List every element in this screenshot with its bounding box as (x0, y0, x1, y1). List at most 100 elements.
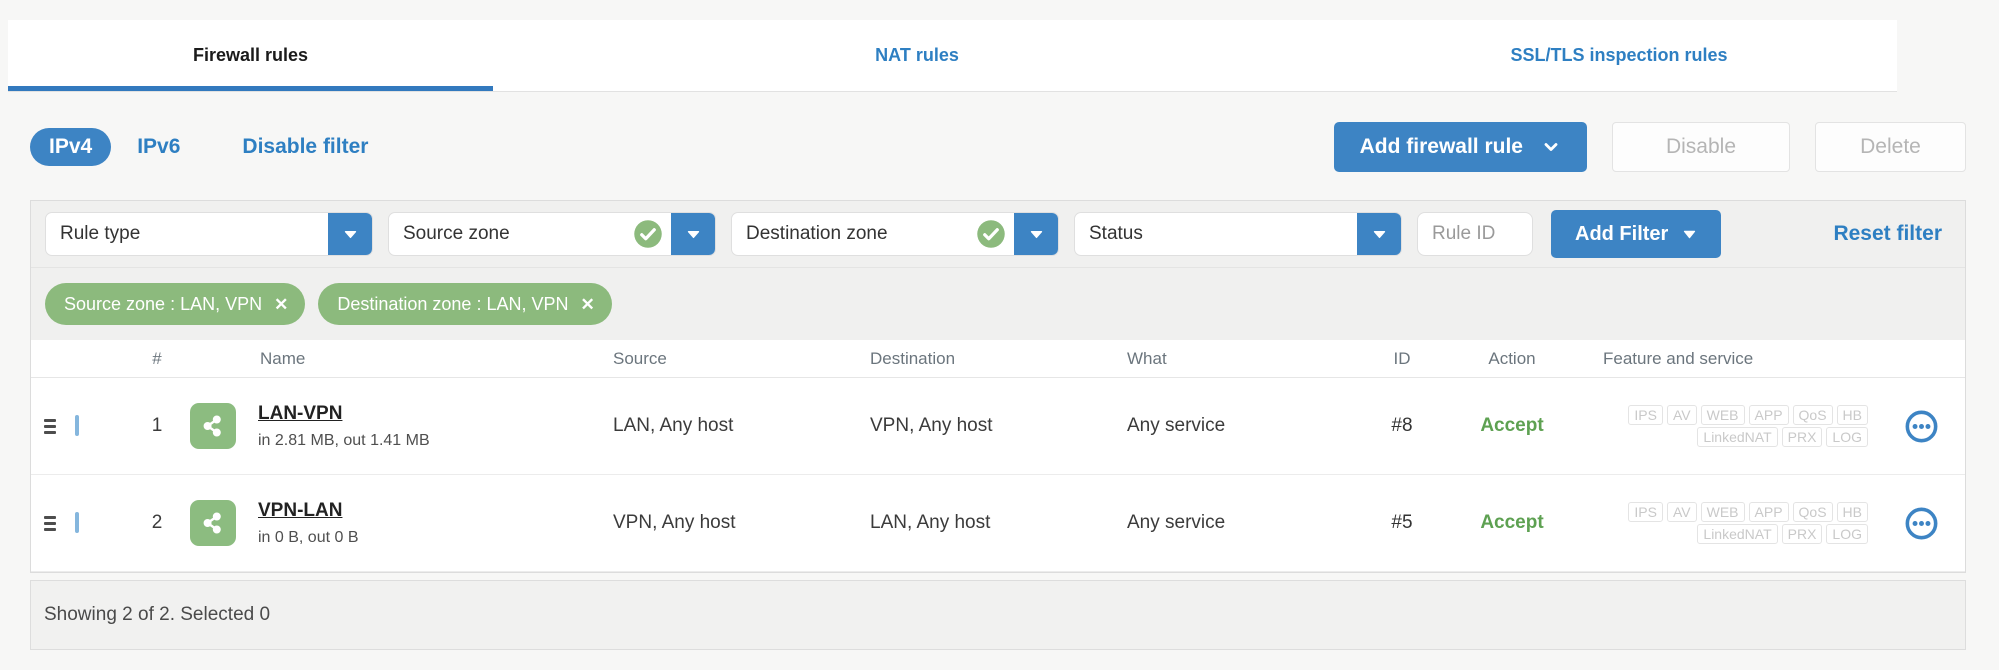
feature-badge: APP (1748, 405, 1789, 425)
column-header-destination: Destination (870, 348, 956, 368)
feature-badge: PRX (1781, 524, 1823, 544)
remove-filter-icon[interactable]: ✕ (274, 296, 288, 313)
source-zone-dropdown[interactable]: Source zone (388, 212, 716, 256)
tab-firewall-rules[interactable]: Firewall rules (8, 20, 493, 91)
status-dropdown[interactable]: Status (1074, 212, 1402, 256)
firewall-rules-panel: Rule type Source zone Destination zone S… (30, 200, 1966, 573)
drag-handle-icon[interactable] (44, 418, 56, 434)
filter-chip-source-zone: Source zone : LAN, VPN ✕ (45, 283, 306, 325)
table-header-row: # Name Source Destination What ID Action… (31, 340, 1965, 378)
toolbar-left: IPv4 IPv6 Disable filter (30, 128, 368, 166)
tab-ssl-tls-inspection-rules-label: SSL/TLS inspection rules (1510, 45, 1728, 65)
drag-handle-icon[interactable] (44, 515, 56, 531)
ipv4-toggle-label: IPv4 (49, 135, 93, 158)
feature-badge: LinkedNAT (1697, 427, 1778, 447)
feature-badge: IPS (1628, 502, 1663, 522)
feature-badge: HB (1836, 502, 1868, 522)
rule-traffic-stats: in 0 B, out 0 B (258, 528, 359, 546)
table-footer: Showing 2 of 2. Selected 0 (30, 580, 1966, 650)
add-firewall-rule-button[interactable]: Add firewall rule (1333, 122, 1587, 172)
feature-badge: LOG (1826, 427, 1868, 447)
feature-badge: IPS (1628, 405, 1663, 425)
filter-applied-check-icon (633, 219, 663, 249)
ipv6-toggle[interactable]: IPv6 (137, 135, 180, 159)
rule-id: #5 (1391, 512, 1413, 533)
network-rule-icon (190, 500, 236, 546)
feature-badge: AV (1666, 405, 1697, 425)
rule-type-dropdown-label: Rule type (60, 223, 141, 244)
filter-chip-destination-zone: Destination zone : LAN, VPN ✕ (318, 283, 612, 325)
tab-nat-rules[interactable]: NAT rules (493, 20, 1341, 91)
network-rule-icon (190, 403, 236, 449)
rule-name-link[interactable]: VPN-LAN (258, 500, 342, 522)
rule-what: Any service (1127, 512, 1226, 533)
source-zone-dropdown-label: Source zone (403, 223, 510, 244)
chevron-down-icon (1373, 230, 1385, 238)
chevron-down-icon (344, 230, 356, 238)
reset-filter-link[interactable]: Reset filter (1833, 222, 1951, 246)
column-header-action: Action (1488, 348, 1536, 368)
chevron-down-icon (1682, 227, 1697, 242)
add-filter-button[interactable]: Add Filter (1551, 210, 1722, 258)
tab-ssl-tls-inspection-rules[interactable]: SSL/TLS inspection rules (1341, 20, 1897, 91)
feature-badges: IPS AV WEB APP QoS HB LinkedNAT PRX LOG (1577, 500, 1877, 546)
column-header-name: Name (260, 348, 306, 368)
filter-chip-label: Destination zone : LAN, VPN (337, 293, 569, 314)
rule-type-dropdown[interactable]: Rule type (45, 212, 373, 256)
column-header-num: # (152, 348, 162, 368)
active-filter-chips: Source zone : LAN, VPN ✕ Destination zon… (31, 268, 1965, 340)
destination-zone-dropdown[interactable]: Destination zone (731, 212, 1059, 256)
row-checkbox[interactable] (75, 512, 79, 533)
feature-badge: APP (1748, 502, 1789, 522)
destination-zone-dropdown-button[interactable] (1014, 213, 1058, 255)
feature-badge: QoS (1792, 502, 1833, 522)
tab-nat-rules-label: NAT rules (875, 45, 959, 65)
ipv4-toggle[interactable]: IPv4 (30, 128, 112, 166)
chevron-down-icon (1030, 230, 1042, 238)
feature-badge: LinkedNAT (1697, 524, 1778, 544)
feature-badge: PRX (1781, 427, 1823, 447)
column-header-id: ID (1393, 348, 1411, 368)
rule-name-link[interactable]: LAN-VPN (258, 403, 342, 425)
status-dropdown-label: Status (1089, 223, 1143, 244)
feature-badge: WEB (1700, 502, 1745, 522)
feature-badge: QoS (1792, 405, 1833, 425)
column-header-source: Source (613, 348, 667, 368)
toolbar: IPv4 IPv6 Disable filter Add firewall ru… (30, 122, 1966, 172)
filter-chip-label: Source zone : LAN, VPN (64, 293, 263, 314)
row-checkbox[interactable] (75, 415, 79, 436)
rule-id: #8 (1391, 415, 1413, 436)
rule-action: Accept (1480, 512, 1544, 533)
rule-destination: LAN, Any host (870, 512, 991, 533)
toolbar-right: Add firewall rule Disable Delete (1333, 122, 1966, 172)
table-row: 2 VPN-LAN in 0 B, out 0 B VPN, Any host … (31, 475, 1965, 572)
filter-applied-check-icon (976, 219, 1006, 249)
chevron-down-icon (1541, 137, 1561, 157)
rule-source: VPN, Any host (613, 512, 736, 533)
row-actions-menu-icon[interactable] (1905, 507, 1938, 540)
rule-number: 2 (151, 512, 163, 533)
feature-badge: LOG (1826, 524, 1868, 544)
remove-filter-icon[interactable]: ✕ (580, 296, 594, 313)
row-actions-menu-icon[interactable] (1905, 410, 1938, 443)
rule-id-input[interactable] (1417, 212, 1533, 256)
status-dropdown-button[interactable] (1357, 213, 1401, 255)
feature-badge: WEB (1700, 405, 1745, 425)
filter-bar: Rule type Source zone Destination zone S… (31, 201, 1965, 268)
disable-button[interactable]: Disable (1612, 122, 1790, 172)
rule-what: Any service (1127, 415, 1226, 436)
column-header-what: What (1127, 348, 1167, 368)
delete-button[interactable]: Delete (1815, 122, 1966, 172)
table-row: 1 LAN-VPN in 2.81 MB, out 1.41 MB LAN, A… (31, 378, 1965, 475)
add-filter-label: Add Filter (1575, 222, 1669, 245)
rule-action: Accept (1480, 415, 1544, 436)
rule-type-dropdown-button[interactable] (328, 213, 372, 255)
table-footer-status: Showing 2 of 2. Selected 0 (44, 604, 271, 625)
source-zone-dropdown-button[interactable] (671, 213, 715, 255)
column-header-features: Feature and service (1603, 348, 1754, 368)
feature-badge: HB (1836, 405, 1868, 425)
disable-filter-link[interactable]: Disable filter (242, 135, 368, 159)
add-firewall-rule-label: Add firewall rule (1359, 135, 1523, 158)
chevron-down-icon (687, 230, 699, 238)
rule-destination: VPN, Any host (870, 415, 993, 436)
